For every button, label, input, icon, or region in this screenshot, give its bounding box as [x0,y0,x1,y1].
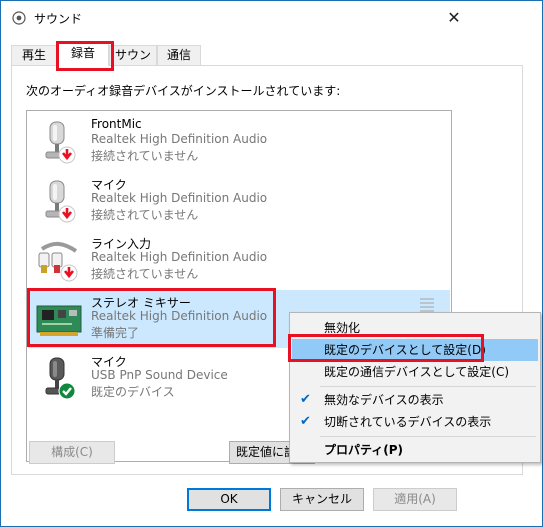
microphone-icon [45,121,76,164]
tab-communications[interactable]: 通信 [157,45,201,65]
microphone-icon [45,180,76,223]
checkmark-icon: ✔ [300,392,311,407]
menu-separator [320,386,536,387]
list-item[interactable]: マイク Realtek High Definition Audio 接続されてい… [28,172,450,230]
device-status: 既定のデバイス [91,385,175,399]
title-bar: サウンド ✕ [1,1,542,35]
speaker-icon [12,11,26,25]
device-description: Realtek High Definition Audio [91,191,268,205]
cancel-button[interactable]: キャンセル [280,488,364,511]
device-name: FrontMic [91,117,142,131]
list-item[interactable]: ライン入力 Realtek High Definition Audio 接続され… [28,231,450,289]
menu-item-label: 切断されているデバイスの表示 [324,415,492,429]
menu-highlight-box [288,334,484,362]
microphone-icon [45,357,76,400]
configure-button[interactable]: 構成(C) [29,441,115,464]
device-status: 接続されていません [91,149,199,163]
tab-playback[interactable]: 再生 [11,45,57,65]
device-description: Realtek High Definition Audio [91,132,268,146]
tab-highlight-box [56,41,114,71]
ok-button[interactable]: OK [187,488,271,511]
device-highlight-box [27,288,276,347]
apply-button[interactable]: 適用(A) [373,488,457,511]
menu-separator [320,436,536,437]
device-status: 接続されていません [91,208,199,222]
menu-item-set-default-comm-device[interactable]: 既定の通信デバイスとして設定(C) [292,361,538,383]
menu-item-show-disconnected[interactable]: ✔ 切断されているデバイスの表示 [292,411,538,433]
list-item[interactable]: FrontMic Realtek High Definition Audio 接… [28,113,450,171]
close-icon: ✕ [447,8,461,27]
menu-item-label: 無効なデバイスの表示 [324,393,444,407]
device-description: Realtek High Definition Audio [91,250,268,264]
panel-description: 次のオーディオ録音デバイスがインストールされています: [26,84,341,98]
tab-sounds[interactable]: サウンド [109,45,157,80]
device-status: 接続されていません [91,267,199,281]
menu-item-properties[interactable]: プロパティ(P) [292,439,538,461]
window-title: サウンド [34,12,83,26]
checkmark-icon: ✔ [300,414,311,429]
close-button[interactable]: ✕ [439,4,469,32]
device-description: USB PnP Sound Device [91,368,228,382]
menu-item-show-disabled[interactable]: ✔ 無効なデバイスの表示 [292,389,538,411]
line-in-cable-icon [38,242,78,282]
